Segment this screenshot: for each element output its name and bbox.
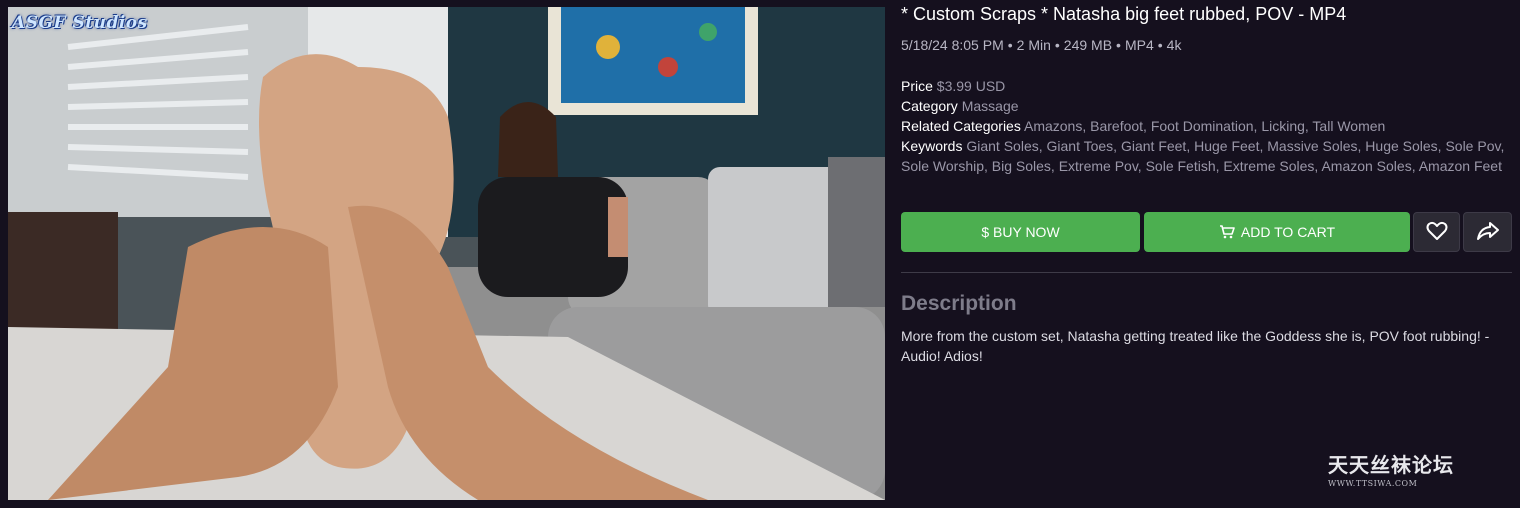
section-divider xyxy=(901,272,1512,273)
site-watermark-url: WWW.TTSIWA.COM xyxy=(1328,479,1418,488)
meta-separator: • xyxy=(1054,37,1060,53)
product-page: ASGF Studios * Custom Scraps * Natasha b… xyxy=(0,0,1520,508)
meta-duration: 2 Min xyxy=(1016,37,1051,53)
keywords-row: Keywords Giant Soles, Giant Toes, Giant … xyxy=(901,136,1506,176)
meta-size: 249 MB xyxy=(1063,37,1113,53)
category-link[interactable]: Massage xyxy=(962,98,1019,114)
price-label: Price xyxy=(901,78,933,94)
buy-now-label: $ BUY NOW xyxy=(981,224,1060,240)
related-categories-label: Related Categories xyxy=(901,118,1021,134)
heart-icon xyxy=(1426,221,1448,244)
meta-separator: • xyxy=(1157,37,1163,53)
keywords-links[interactable]: Giant Soles, Giant Toes, Giant Feet, Hug… xyxy=(901,138,1504,174)
favorite-button[interactable] xyxy=(1413,212,1460,252)
product-meta: 5/18/24 8:05 PM • 2 Min • 249 MB • MP4 • 4k xyxy=(901,37,1181,53)
description-text: More from the custom set, Natasha gettin… xyxy=(901,328,1490,364)
meta-date: 5/18/24 8:05 PM xyxy=(901,37,1004,53)
site-watermark-name: 天天丝袜论坛 xyxy=(1328,453,1454,477)
related-categories-row: Related Categories Amazons, Barefoot, Fo… xyxy=(901,116,1506,136)
site-watermark: 天天丝袜论坛 WWW.TTSIWA.COM xyxy=(1328,449,1454,488)
category-label: Category xyxy=(901,98,958,114)
price-row: Price $3.99 USD xyxy=(901,76,1506,96)
cart-icon xyxy=(1219,225,1235,239)
meta-separator: • xyxy=(1116,37,1121,53)
share-icon xyxy=(1476,221,1500,244)
product-title: * Custom Scraps * Natasha big feet rubbe… xyxy=(901,4,1347,24)
preview-illustration xyxy=(8,7,885,500)
buy-now-button[interactable]: $ BUY NOW xyxy=(901,212,1140,252)
share-button[interactable] xyxy=(1463,212,1512,252)
price-value: $3.99 USD xyxy=(936,78,1006,94)
studio-watermark: ASGF Studios xyxy=(12,13,148,33)
product-properties: Price $3.99 USD Category Massage Related… xyxy=(901,76,1506,176)
add-to-cart-label: ADD TO CART xyxy=(1240,224,1336,240)
related-categories-links[interactable]: Amazons, Barefoot, Foot Domination, Lick… xyxy=(1024,118,1385,134)
description-heading: Description xyxy=(901,292,1017,315)
video-preview-image[interactable]: ASGF Studios xyxy=(8,7,885,500)
meta-format: MP4 xyxy=(1124,37,1154,53)
meta-separator: • xyxy=(1007,37,1013,53)
meta-resolution: 4k xyxy=(1166,37,1182,53)
keywords-label: Keywords xyxy=(901,138,963,154)
add-to-cart-button[interactable]: ADD TO CART xyxy=(1144,212,1410,252)
category-row: Category Massage xyxy=(901,96,1506,116)
